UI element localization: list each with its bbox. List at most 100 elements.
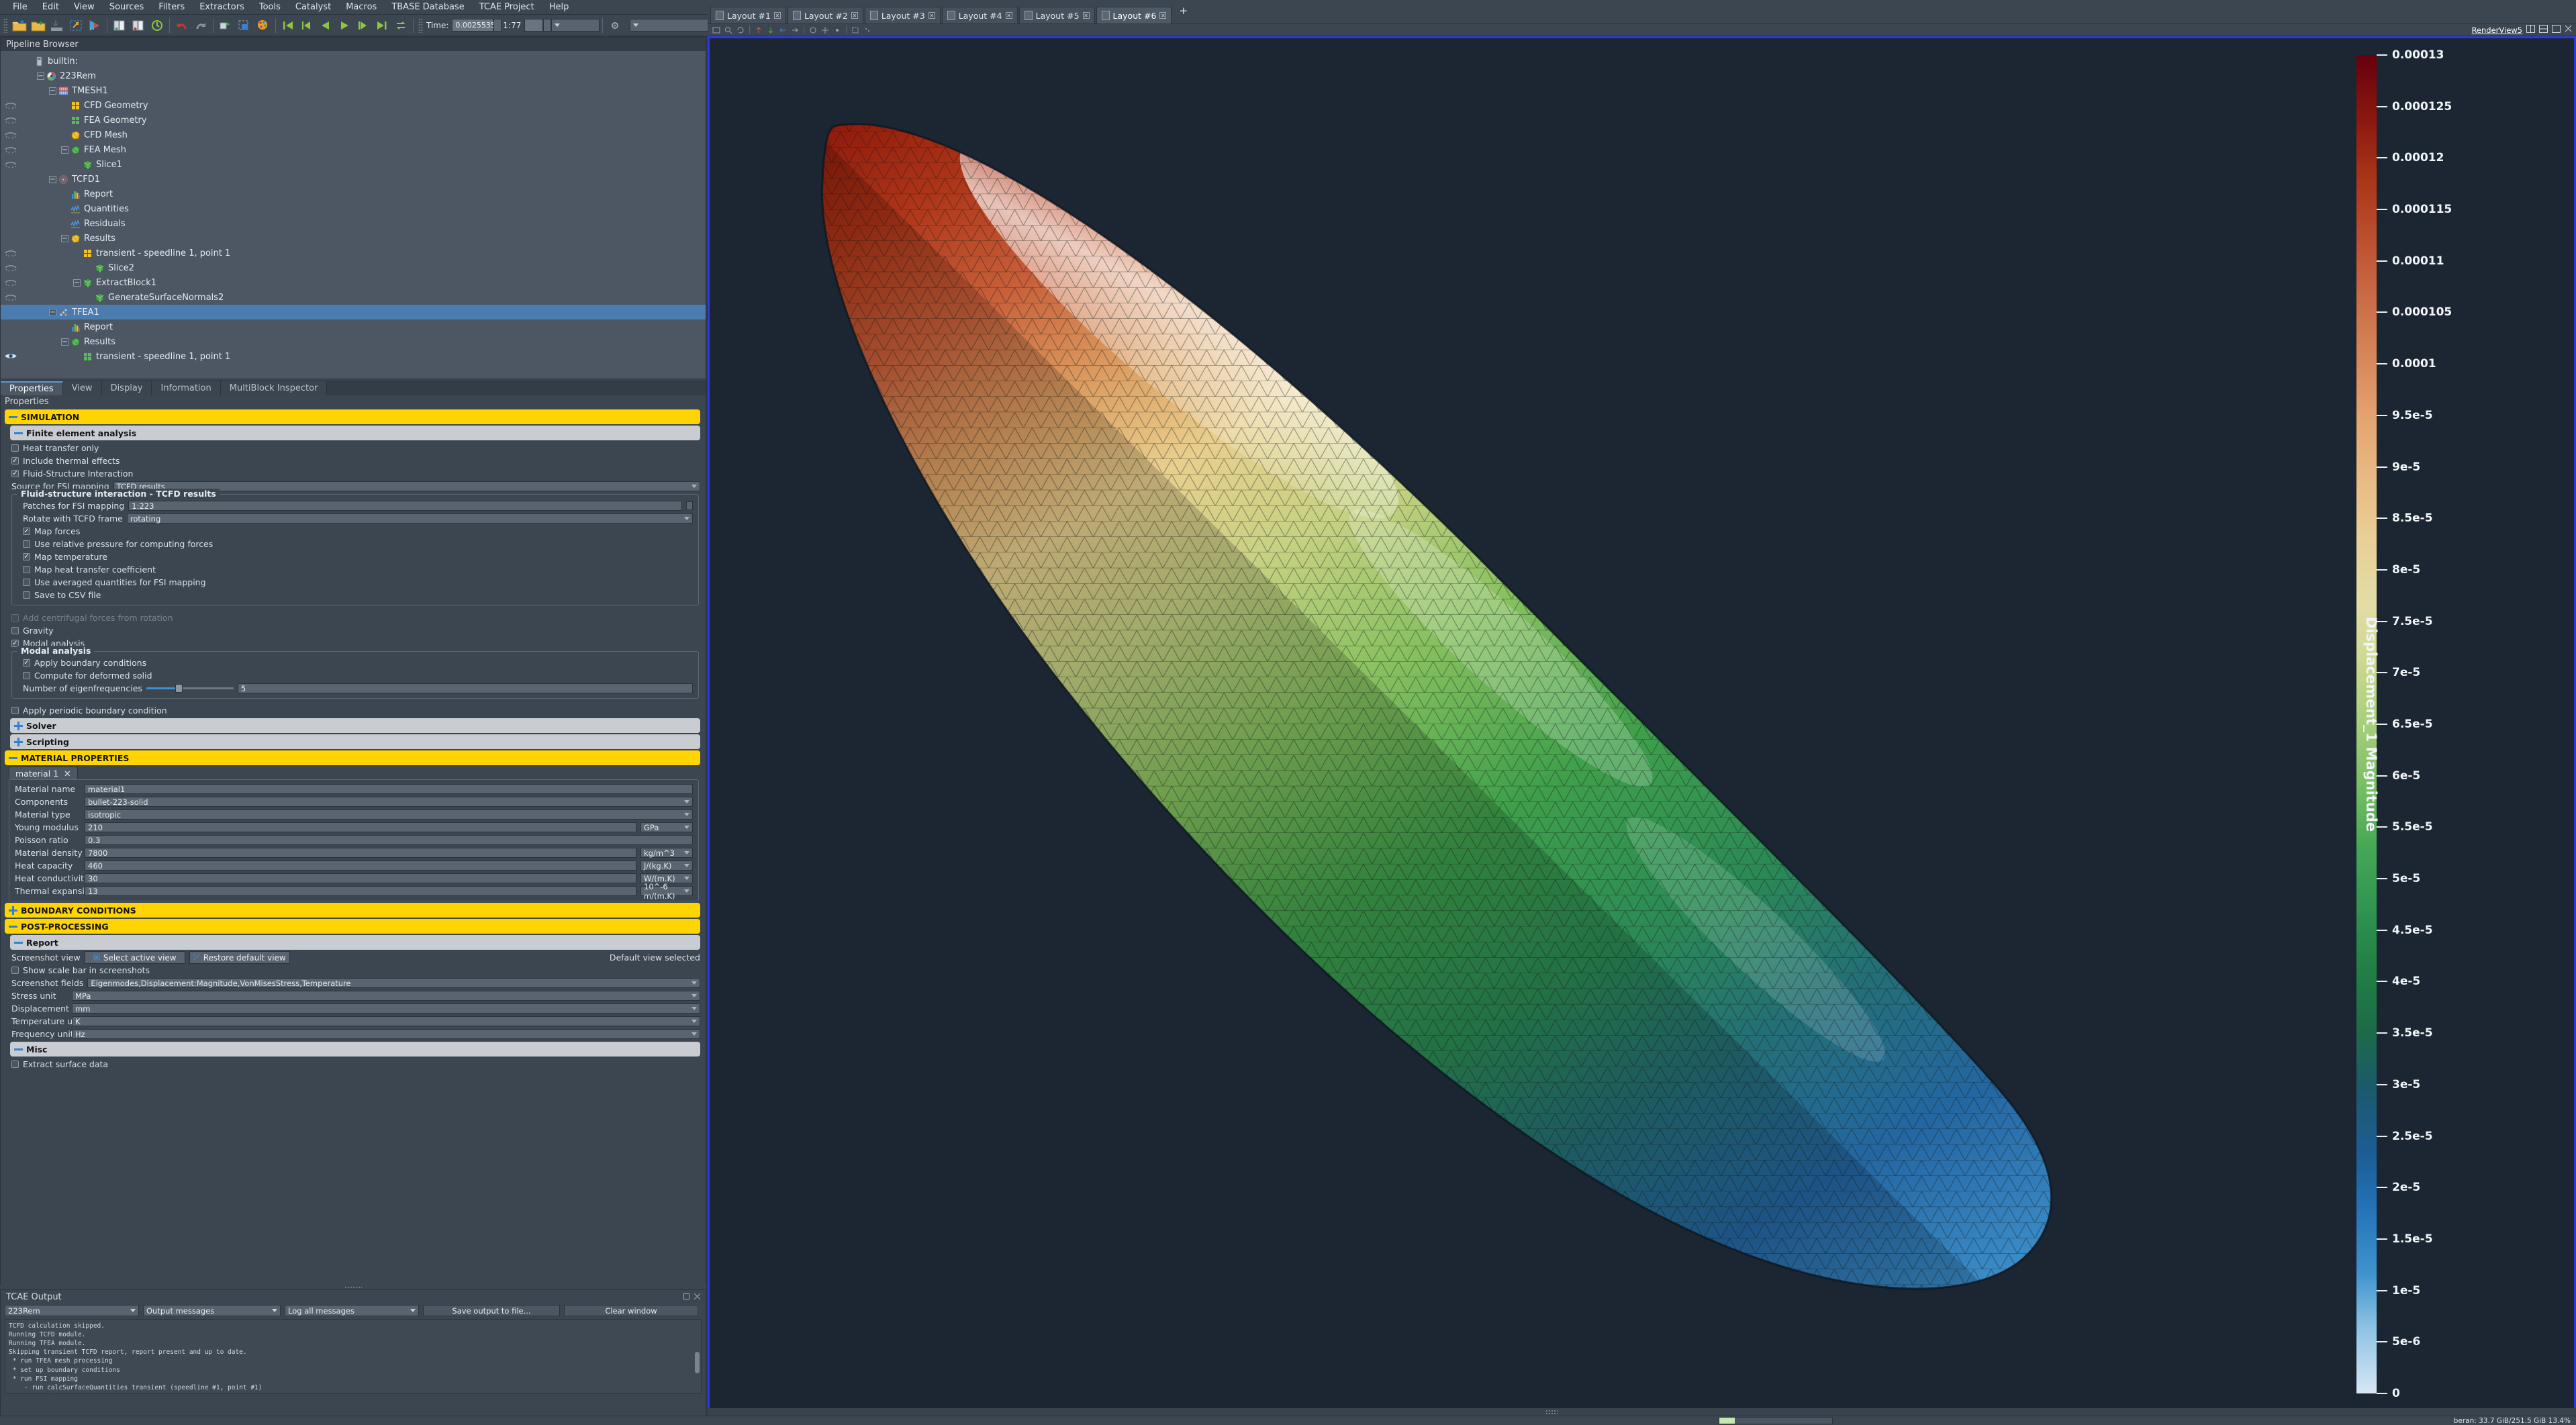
row-material-type[interactable]: Material typeisotropic (9, 808, 698, 821)
frame-spinner[interactable] (543, 19, 551, 32)
visibility-eye-icon[interactable] (4, 263, 17, 273)
split-horizontal-icon[interactable] (2526, 25, 2535, 36)
add-layout-button[interactable]: + (1173, 5, 1194, 17)
properties-tab-properties[interactable]: Properties (1, 381, 63, 395)
menu-item-view[interactable]: View (66, 1, 102, 13)
layout-tab-2[interactable]: Layout #2✕ (788, 7, 863, 23)
patches-picker-button[interactable] (686, 501, 693, 510)
pipeline-item-report[interactable]: Report (1, 320, 706, 334)
checkbox-map-forces[interactable]: ✓ (23, 528, 30, 535)
row-poisson-ratio[interactable]: Poisson ratio0.3 (9, 834, 698, 846)
group-solver[interactable]: Solver (10, 718, 700, 733)
pipeline-item-223rem[interactable]: −223Rem (1, 68, 706, 83)
pipeline-item-tmesh1[interactable]: −TMESH1 (1, 83, 706, 98)
visibility-eye-icon[interactable] (4, 101, 17, 110)
pipeline-item-slice1[interactable]: Slice1 (1, 157, 706, 172)
visibility-eye-icon[interactable] (4, 130, 17, 140)
menu-item-tools[interactable]: Tools (252, 1, 288, 13)
input-heat-conductivity[interactable]: 30 (85, 873, 636, 883)
maximize-icon[interactable] (2552, 25, 2561, 36)
row-show-scale-bar[interactable]: Show scale bar in screenshots (1, 964, 706, 977)
pipeline-item-residuals[interactable]: Residuals (1, 216, 706, 231)
combo-unit-heat-capacity[interactable]: J/(kg.K) (640, 861, 693, 871)
tree-expander-icon[interactable]: − (61, 338, 68, 346)
time-spinner[interactable] (493, 19, 502, 32)
checkbox-extract-surface-data[interactable] (11, 1061, 19, 1068)
row-frequency-unit[interactable]: Frequency unit Hz (1, 1028, 706, 1040)
input-heat-capacity[interactable]: 460 (85, 861, 636, 871)
checkbox-gravity[interactable] (11, 627, 19, 634)
save-animation-icon[interactable] (86, 17, 103, 34)
row-map-temperature[interactable]: ✓ Map temperature (12, 550, 698, 563)
toolbar-grip[interactable] (3, 18, 8, 33)
tree-expander-icon[interactable]: − (49, 87, 56, 95)
combo-frequency-unit[interactable]: Hz (72, 1029, 700, 1039)
menu-item-macros[interactable]: Macros (338, 1, 384, 13)
pipeline-item-cfd-mesh[interactable]: CFD Mesh (1, 128, 706, 142)
checkbox-use-relative-pressure[interactable] (23, 540, 30, 548)
visibility-eye-icon[interactable] (4, 293, 17, 302)
visibility-eye-icon[interactable] (4, 115, 17, 125)
category-simulation[interactable]: SIMULATION (5, 409, 700, 424)
tree-expander-icon[interactable]: − (73, 279, 81, 287)
time-mode-combo[interactable] (551, 19, 600, 32)
combo-stress-unit[interactable]: MPa (72, 991, 700, 1001)
checkbox-include-thermal-effects[interactable]: ✓ (11, 457, 19, 464)
row-material-density[interactable]: Material density7800kg/m^3 (9, 846, 698, 859)
pipeline-item-cfd-geometry[interactable]: CFD Geometry (1, 98, 706, 113)
first-frame-icon[interactable] (279, 17, 297, 34)
open-recent-icon[interactable] (30, 17, 47, 34)
category-boundary-conditions[interactable]: BOUNDARY CONDITIONS (5, 903, 700, 918)
tree-expander-icon[interactable]: − (61, 146, 68, 154)
time-toolbar-grip[interactable] (418, 18, 423, 33)
combo-output-messages[interactable]: Output messages (143, 1305, 281, 1316)
slider-eigenfrequencies[interactable] (146, 684, 234, 693)
pipeline-tree[interactable]: builtin:−223Rem−TMESH1CFD GeometryFEA Ge… (1, 51, 706, 379)
pipeline-item-generatesurfacenormals2[interactable]: GenerateSurfaceNormals2 (1, 290, 706, 305)
properties-tab-multiblock-inspector[interactable]: MultiBlock Inspector (221, 381, 328, 395)
menu-item-filters[interactable]: Filters (151, 1, 192, 13)
combo-temperature-unit[interactable]: K (72, 1016, 700, 1026)
category-post-processing[interactable]: POST-PROCESSING (5, 919, 700, 934)
redo-icon[interactable] (192, 17, 209, 34)
group-misc[interactable]: Misc (10, 1042, 700, 1057)
save-screenshot-icon[interactable] (67, 17, 85, 34)
pipeline-item-builtin[interactable]: builtin: (1, 54, 706, 68)
pipeline-item-quantities[interactable]: Quantities (1, 201, 706, 216)
pipeline-item-results[interactable]: −Results (1, 334, 706, 349)
row-young-modulus[interactable]: Young modulus210GPa (9, 821, 698, 834)
clear-window-button[interactable]: Clear window (564, 1305, 698, 1316)
row-heat-capacity[interactable]: Heat capacity460J/(kg.K) (9, 859, 698, 872)
previous-frame-icon[interactable] (298, 17, 316, 34)
row-rotate-tcfd-frame[interactable]: Rotate with TCFD frame rotating (12, 512, 698, 525)
row-fluid-structure-interaction[interactable]: ✓ Fluid-Structure Interaction (1, 467, 706, 480)
category-material-properties[interactable]: MATERIAL PROPERTIES (5, 750, 700, 765)
checkbox-apply-boundary-conditions[interactable]: ✓ (23, 659, 30, 667)
render-view-3d-scene[interactable]: 0.000130.0001250.000120.0001150.000110.0… (710, 38, 2574, 1414)
material-tab-1[interactable]: material 1 ✕ (9, 767, 78, 779)
frame-index-input[interactable] (524, 19, 543, 32)
checkbox-map-temperature[interactable]: ✓ (23, 553, 30, 560)
pipeline-item-fea-geometry[interactable]: FEA Geometry (1, 113, 706, 128)
pipeline-item-tfea1[interactable]: −TFEA1 (1, 305, 706, 320)
combo-unit-material-density[interactable]: kg/m^3 (640, 848, 693, 858)
close-icon[interactable]: ✕ (928, 12, 935, 19)
checkbox-compute-deformed-solid[interactable] (23, 672, 30, 679)
axis-negx-icon[interactable] (790, 25, 800, 35)
tree-expander-icon[interactable]: − (61, 235, 68, 242)
save-output-button[interactable]: Save output to file... (423, 1305, 560, 1316)
row-use-averaged-quantities[interactable]: Use averaged quantities for FSI mapping (12, 576, 698, 589)
row-temperature-unit[interactable]: Temperature unit K (1, 1015, 706, 1028)
layout-tab-6[interactable]: Layout #6✕ (1096, 7, 1172, 23)
open-file-icon[interactable] (11, 17, 28, 34)
axis-y-icon[interactable] (765, 25, 776, 35)
visibility-eye-icon[interactable] (4, 160, 17, 169)
loop-icon[interactable] (392, 17, 410, 34)
checkbox-save-to-csv[interactable] (23, 591, 30, 599)
play-icon[interactable] (336, 17, 353, 34)
camera-reset-icon[interactable] (711, 25, 722, 35)
row-gravity[interactable]: Gravity (1, 624, 706, 637)
checkbox-show-scale-bar[interactable] (11, 967, 19, 974)
layout-tab-5[interactable]: Layout #5✕ (1019, 7, 1095, 23)
combo-displacement-unit[interactable]: mm (72, 1003, 700, 1014)
